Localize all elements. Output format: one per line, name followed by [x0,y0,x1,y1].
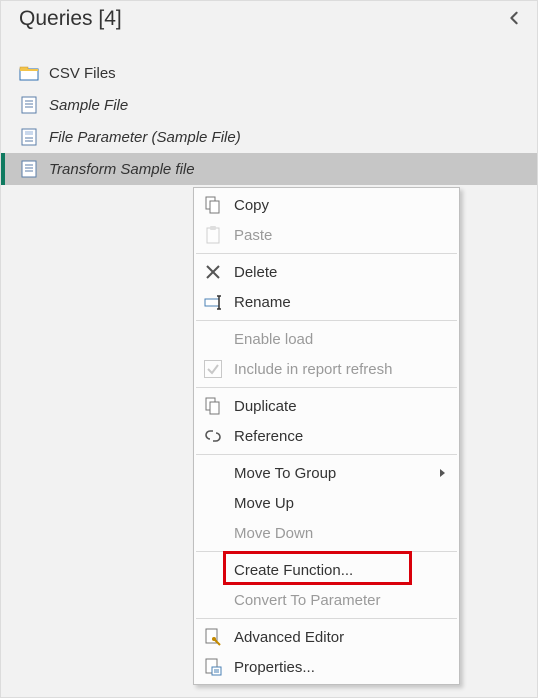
query-item-csv-files[interactable]: CSV Files [1,57,537,89]
query-label: Transform Sample file [49,161,195,178]
context-menu: Copy Paste Delete Rename Enable load [193,187,460,685]
menu-label: Advanced Editor [234,629,447,646]
query-item-sample-file[interactable]: Sample File [1,89,537,121]
document-icon [19,96,39,114]
menu-label: Duplicate [234,398,447,415]
menu-advanced-editor[interactable]: Advanced Editor [194,622,459,652]
menu-label: Move Down [234,525,447,542]
menu-label: Include in report refresh [234,361,447,378]
menu-enable-load: Enable load [194,324,459,354]
advanced-editor-icon [202,626,224,648]
menu-label: Reference [234,428,447,445]
query-label: Sample File [49,97,128,114]
menu-move-to-group[interactable]: Move To Group [194,458,459,488]
query-item-file-parameter[interactable]: File Parameter (Sample File) [1,121,537,153]
duplicate-icon [202,395,224,417]
menu-create-function[interactable]: Create Function... [194,555,459,585]
menu-copy[interactable]: Copy [194,190,459,220]
query-label: File Parameter (Sample File) [49,129,241,146]
menu-separator [196,387,457,388]
menu-properties[interactable]: Properties... [194,652,459,682]
blank-icon [202,492,224,514]
query-item-transform-sample-file[interactable]: Transform Sample file [1,153,537,185]
menu-duplicate[interactable]: Duplicate [194,391,459,421]
collapse-panel-button[interactable] [503,10,525,28]
menu-move-down: Move Down [194,518,459,548]
menu-delete[interactable]: Delete [194,257,459,287]
menu-label: Copy [234,197,447,214]
blank-icon [202,589,224,611]
query-label: CSV Files [49,65,116,82]
menu-reference[interactable]: Reference [194,421,459,451]
menu-label: Convert To Parameter [234,592,447,609]
blank-icon [202,522,224,544]
checkbox-checked-icon [202,358,224,380]
blank-icon [202,559,224,581]
menu-separator [196,320,457,321]
menu-label: Create Function... [234,562,447,579]
menu-separator [196,618,457,619]
menu-label: Enable load [234,331,447,348]
panel-header: Queries [4] [1,1,537,41]
chevron-left-icon [507,11,521,25]
delete-icon [202,261,224,283]
blank-icon [202,462,224,484]
queries-panel: Queries [4] CSV Files Sample File File P… [0,0,538,698]
copy-icon [202,194,224,216]
properties-icon [202,656,224,678]
parameter-icon [19,128,39,146]
menu-separator [196,454,457,455]
document-icon [19,160,39,178]
menu-convert-parameter: Convert To Parameter [194,585,459,615]
menu-label: Rename [234,294,447,311]
menu-rename[interactable]: Rename [194,287,459,317]
menu-paste: Paste [194,220,459,250]
menu-label: Properties... [234,659,447,676]
menu-label: Move Up [234,495,447,512]
menu-move-up[interactable]: Move Up [194,488,459,518]
paste-icon [202,224,224,246]
menu-separator [196,253,457,254]
rename-icon [202,291,224,313]
menu-include-refresh: Include in report refresh [194,354,459,384]
menu-separator [196,551,457,552]
queries-list: CSV Files Sample File File Parameter (Sa… [1,41,537,185]
menu-label: Move To Group [234,465,430,482]
panel-title: Queries [4] [19,7,122,31]
blank-icon [202,328,224,350]
menu-label: Paste [234,227,447,244]
reference-icon [202,425,224,447]
folder-icon [19,64,39,82]
menu-label: Delete [234,264,447,281]
chevron-right-icon [440,469,445,477]
